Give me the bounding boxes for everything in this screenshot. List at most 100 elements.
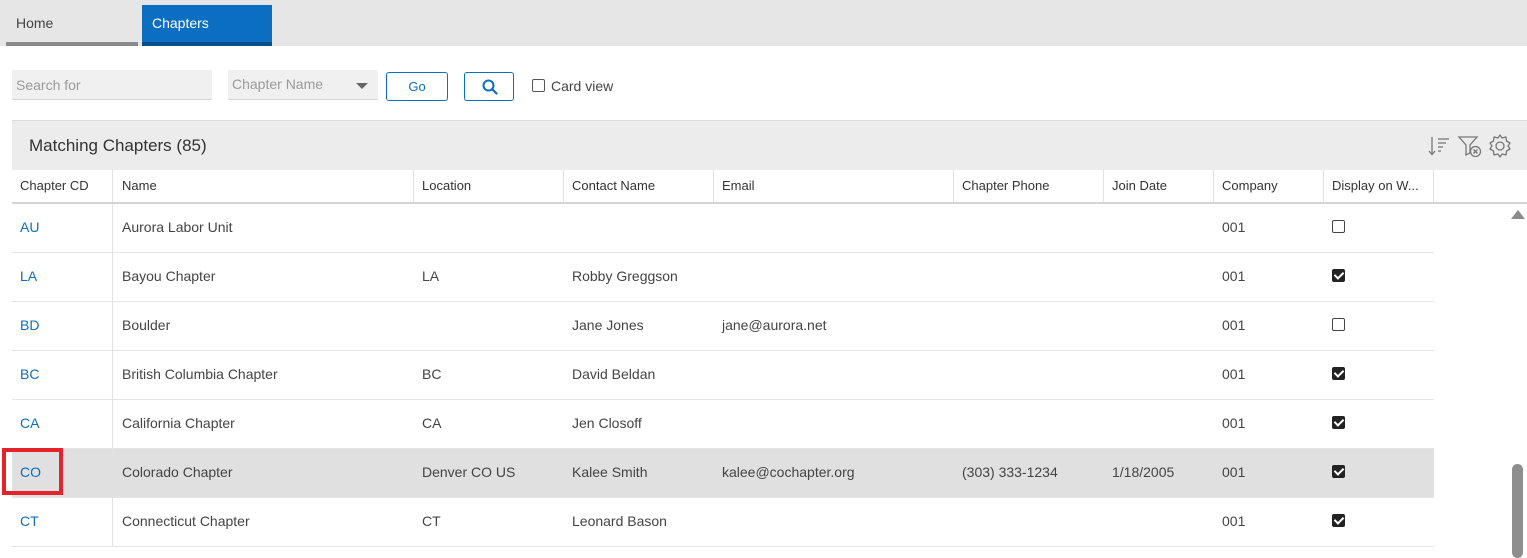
card-view-checkbox[interactable] bbox=[532, 79, 545, 92]
col-location[interactable]: Location bbox=[414, 170, 564, 202]
cell-display-on-web bbox=[1324, 449, 1434, 498]
vertical-scrollbar[interactable] bbox=[1508, 204, 1527, 558]
cell-name: Connecticut Chapter bbox=[122, 513, 250, 529]
cell-display-on-web bbox=[1324, 253, 1434, 302]
cell-chapter-phone bbox=[954, 351, 1104, 400]
cell-name: Aurora Labor Unit bbox=[122, 219, 233, 235]
table-row[interactable]: CA California Chapter CA Jen Closoff 001 bbox=[12, 400, 1434, 449]
clear-filter-icon[interactable] bbox=[1457, 133, 1483, 159]
scroll-thumb[interactable] bbox=[1512, 464, 1523, 558]
cell-join-date: 1/18/2005 bbox=[1112, 464, 1175, 480]
cell-contact-name: Leonard Bason bbox=[572, 513, 667, 529]
col-chapter-phone[interactable]: Chapter Phone bbox=[954, 170, 1104, 202]
scroll-up-icon[interactable] bbox=[1511, 210, 1525, 219]
cell-chapter-cd[interactable]: BD bbox=[12, 302, 113, 351]
display-on-web-checkbox[interactable] bbox=[1332, 269, 1345, 282]
display-on-web-checkbox[interactable] bbox=[1332, 465, 1345, 478]
display-on-web-checkbox[interactable] bbox=[1332, 416, 1345, 429]
cell-chapter-cd[interactable]: LA bbox=[12, 253, 113, 302]
cell-join-date bbox=[1104, 302, 1214, 351]
cell-chapter-phone bbox=[954, 400, 1104, 449]
sort-icon[interactable] bbox=[1427, 133, 1453, 159]
cell-contact-name: David Beldan bbox=[572, 366, 656, 382]
table-row[interactable]: BC British Columbia Chapter BC David Beldan… bbox=[12, 351, 1434, 400]
panel-header: Matching Chapters (85) bbox=[12, 120, 1527, 170]
cell-email bbox=[714, 498, 954, 547]
cell-company: 001 bbox=[1222, 366, 1246, 382]
cell-contact-name: Jane Jones bbox=[572, 317, 644, 333]
card-view-label: Card view bbox=[551, 78, 614, 94]
table-row[interactable]: CO Colorado Chapter Denver CO US Kalee Smit… bbox=[12, 449, 1434, 498]
col-company[interactable]: Company bbox=[1214, 170, 1324, 202]
cell-display-on-web bbox=[1324, 302, 1434, 351]
tab-home[interactable]: Home bbox=[6, 5, 138, 46]
cell-display-on-web bbox=[1324, 204, 1434, 253]
search-input[interactable] bbox=[12, 70, 212, 100]
col-display-on-web[interactable]: Display on W... bbox=[1324, 170, 1434, 202]
tab-bar: Home Chapters bbox=[0, 0, 1527, 46]
cell-chapter-cd[interactable]: CA bbox=[12, 400, 113, 449]
cell-join-date bbox=[1104, 204, 1214, 253]
cell-company: 001 bbox=[1222, 513, 1246, 529]
display-on-web-checkbox[interactable] bbox=[1332, 514, 1345, 527]
col-chapter-cd[interactable]: Chapter CD bbox=[12, 170, 113, 202]
cell-name: California Chapter bbox=[122, 415, 235, 431]
cell-chapter-phone bbox=[954, 302, 1104, 351]
settings-icon[interactable] bbox=[1487, 133, 1513, 159]
highlight-box bbox=[2, 448, 63, 495]
cell-name: British Columbia Chapter bbox=[122, 366, 278, 382]
cell-contact-name: Jen Closoff bbox=[572, 415, 642, 431]
cell-display-on-web bbox=[1324, 400, 1434, 449]
display-on-web-checkbox[interactable] bbox=[1332, 220, 1345, 233]
cell-name: Colorado Chapter bbox=[122, 464, 233, 480]
display-on-web-checkbox[interactable] bbox=[1332, 367, 1345, 380]
cell-location: CT bbox=[422, 513, 441, 529]
cell-chapter-phone: (303) 333-1234 bbox=[962, 464, 1058, 480]
cell-name: Bayou Chapter bbox=[122, 268, 216, 284]
cell-email: jane@aurora.net bbox=[722, 317, 827, 333]
table-row[interactable]: LA Bayou Chapter LA Robby Greggson 001 bbox=[12, 253, 1434, 302]
cell-location bbox=[414, 302, 564, 351]
cell-display-on-web bbox=[1324, 498, 1434, 547]
table-row[interactable]: AU Aurora Labor Unit 001 bbox=[12, 204, 1434, 253]
cell-company: 001 bbox=[1222, 219, 1246, 235]
cell-company: 001 bbox=[1222, 415, 1246, 431]
cell-location bbox=[414, 204, 564, 253]
cell-contact-name: Kalee Smith bbox=[572, 464, 648, 480]
cell-join-date bbox=[1104, 253, 1214, 302]
cell-join-date bbox=[1104, 351, 1214, 400]
cell-location: LA bbox=[422, 268, 440, 284]
col-join-date[interactable]: Join Date bbox=[1104, 170, 1214, 202]
cell-chapter-phone bbox=[954, 204, 1104, 253]
tab-chapters[interactable]: Chapters bbox=[142, 5, 272, 46]
table-header: Chapter CD Name Location Contact Name Em… bbox=[12, 170, 1527, 204]
table-row[interactable]: BD Boulder Jane Jones jane@aurora.net 001 bbox=[12, 302, 1434, 351]
cell-company: 001 bbox=[1222, 317, 1246, 333]
cell-chapter-phone bbox=[954, 253, 1104, 302]
cell-location: BC bbox=[422, 366, 442, 382]
col-email[interactable]: Email bbox=[714, 170, 954, 202]
chevron-down-icon bbox=[356, 83, 368, 89]
panel-title: Matching Chapters (85) bbox=[29, 136, 207, 155]
col-contact-name[interactable]: Contact Name bbox=[564, 170, 714, 202]
cell-company: 001 bbox=[1222, 464, 1246, 480]
cell-email bbox=[714, 400, 954, 449]
field-select-value: Chapter Name bbox=[232, 76, 324, 92]
table-row[interactable]: CT Connecticut Chapter CT Leonard Bason 001 bbox=[12, 498, 1434, 547]
cell-email bbox=[714, 351, 954, 400]
field-select[interactable]: Chapter Name bbox=[228, 70, 378, 100]
display-on-web-checkbox[interactable] bbox=[1332, 318, 1345, 331]
col-name[interactable]: Name bbox=[114, 170, 414, 202]
cell-email bbox=[714, 204, 954, 253]
go-button[interactable]: Go bbox=[386, 72, 448, 101]
card-view-toggle[interactable]: Card view bbox=[532, 78, 613, 94]
cell-company: 001 bbox=[1222, 268, 1246, 284]
cell-display-on-web bbox=[1324, 351, 1434, 400]
cell-location: Denver CO US bbox=[422, 464, 516, 480]
search-icon bbox=[482, 79, 498, 95]
cell-chapter-cd[interactable]: CT bbox=[12, 498, 113, 547]
search-button[interactable] bbox=[464, 72, 514, 101]
cell-chapter-cd[interactable]: AU bbox=[12, 204, 113, 253]
cell-chapter-cd[interactable]: BC bbox=[12, 351, 113, 400]
cell-join-date bbox=[1104, 400, 1214, 449]
